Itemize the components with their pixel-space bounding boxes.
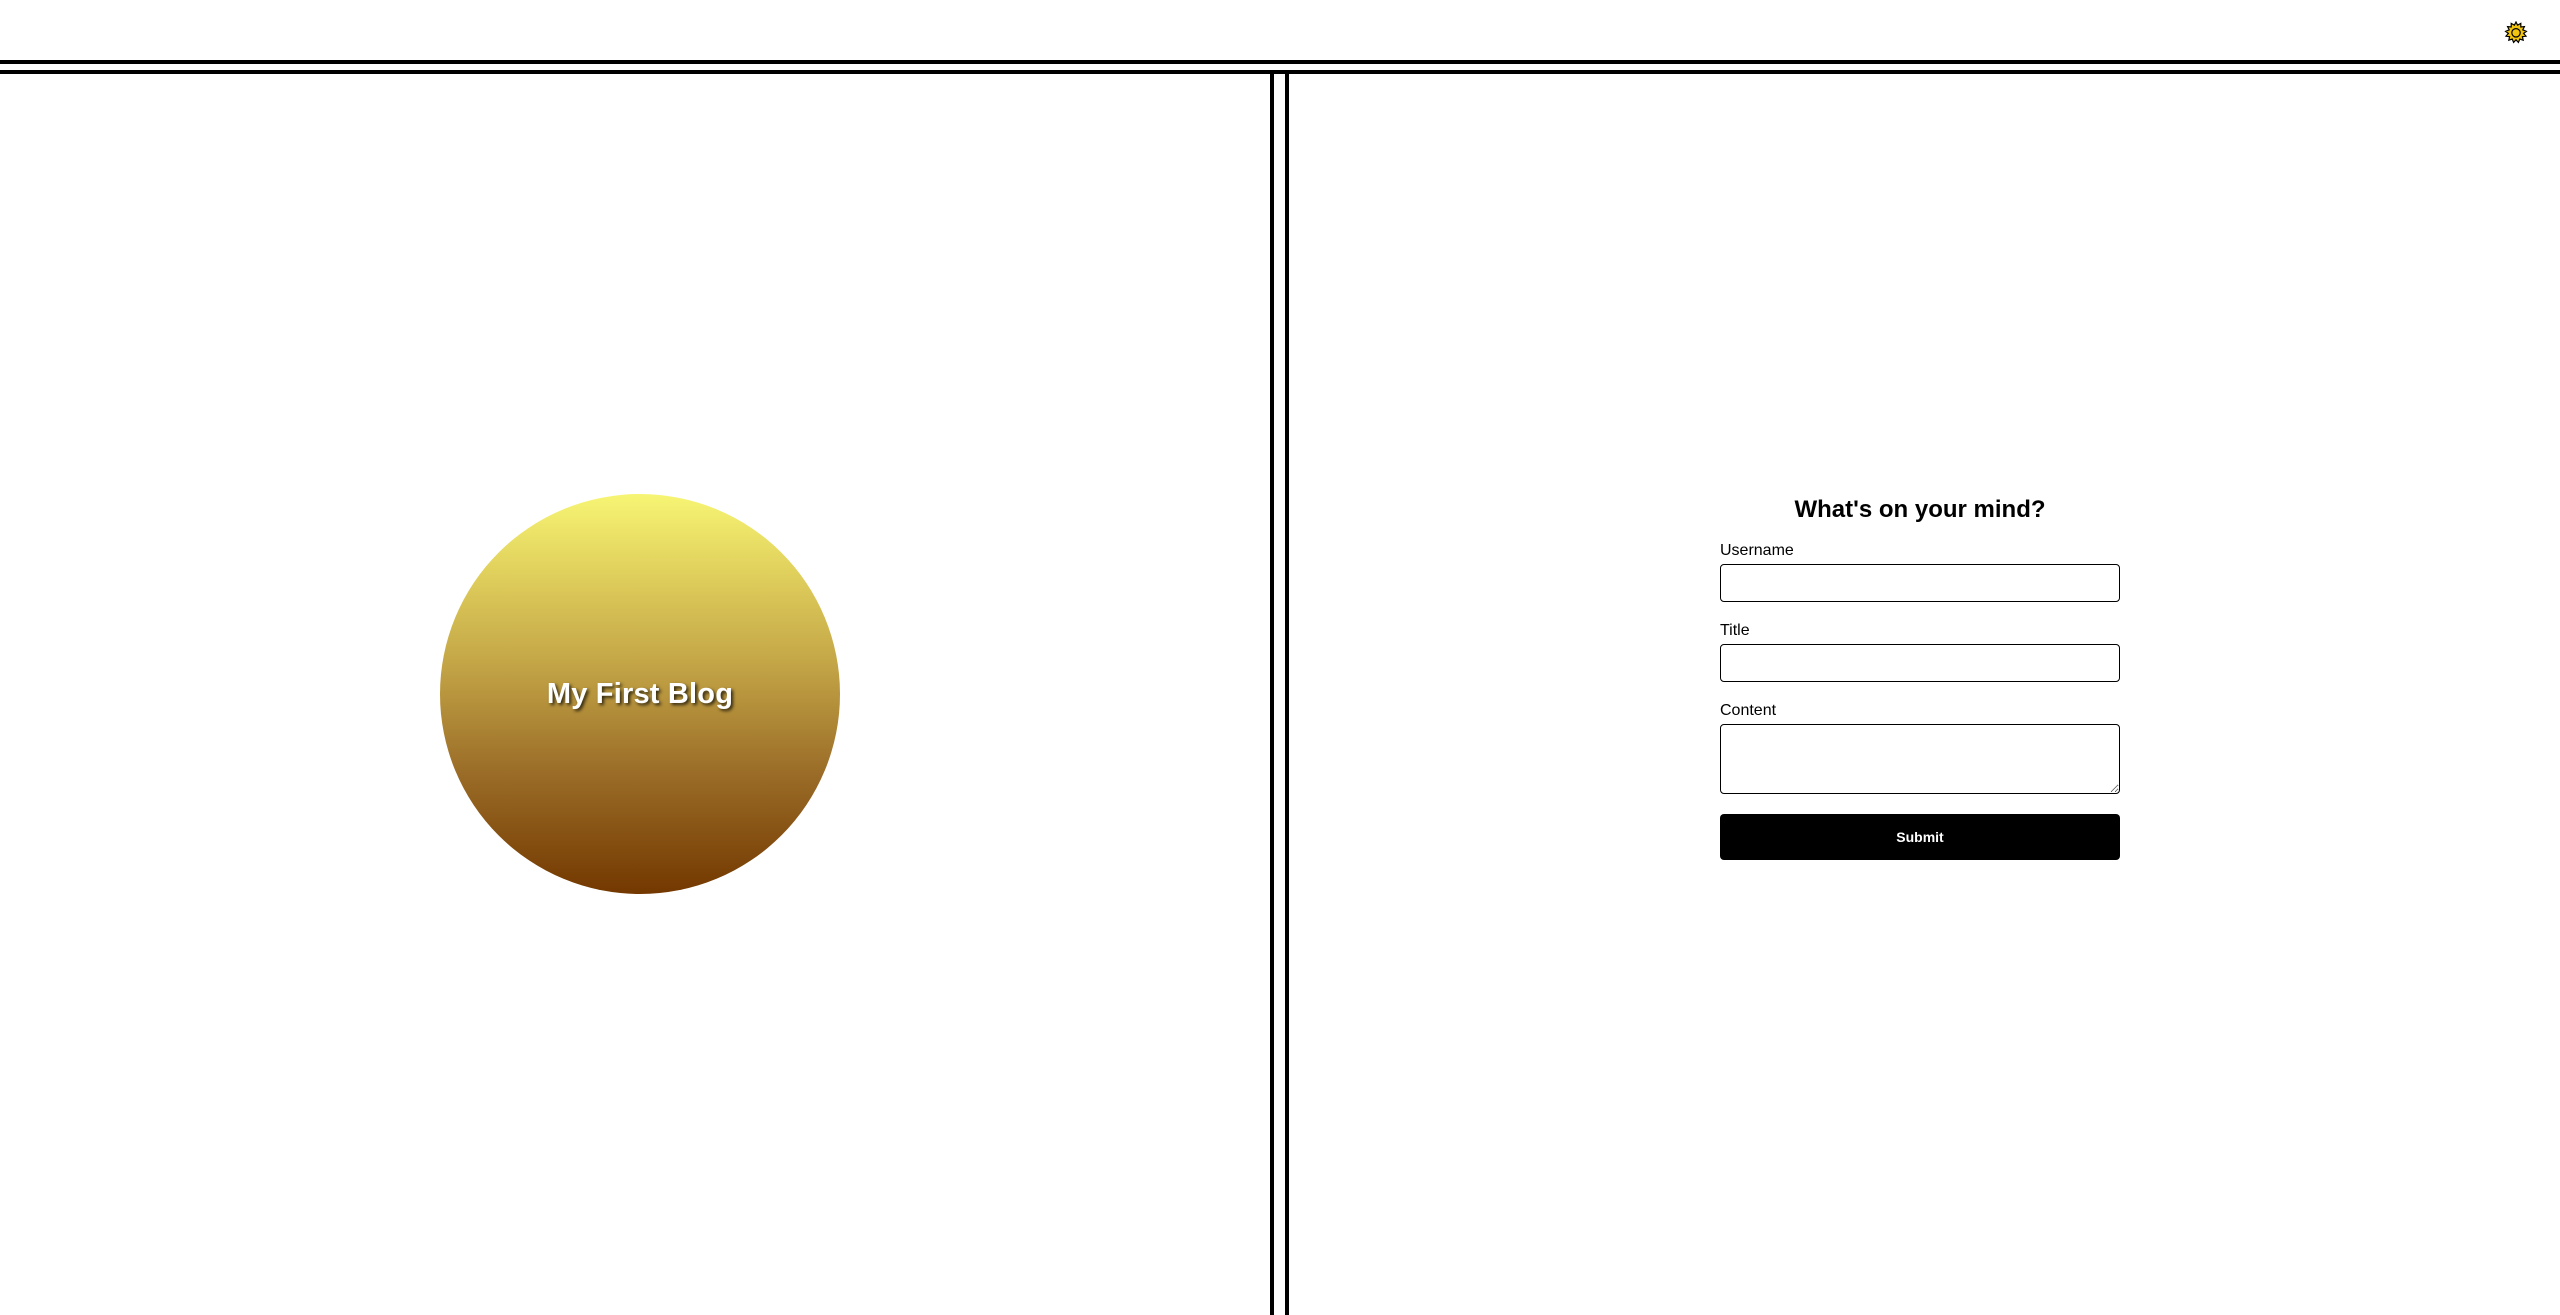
title-label: Title bbox=[1720, 622, 1750, 639]
title-input[interactable] bbox=[1720, 644, 2120, 682]
content-textarea[interactable] bbox=[1720, 724, 2120, 794]
header-divider-top bbox=[0, 60, 2560, 64]
sun-icon bbox=[2504, 20, 2528, 44]
blog-title: My First Blog bbox=[546, 677, 734, 710]
username-label: Username bbox=[1720, 542, 1794, 559]
panel-divider-right bbox=[1285, 72, 1289, 1315]
username-input[interactable] bbox=[1720, 564, 2120, 602]
theme-toggle-button[interactable] bbox=[2504, 20, 2528, 45]
form-heading: What's on your mind? bbox=[1794, 496, 2046, 523]
submit-button[interactable]: Submit bbox=[1720, 814, 2120, 860]
content-label: Content bbox=[1720, 702, 1777, 719]
hero-panel: My First Blog bbox=[0, 74, 1270, 1315]
page: My First Blog What's on your mind? Usern… bbox=[0, 0, 2560, 1315]
new-post-form: What's on your mind? Username Title Cont… bbox=[1720, 490, 2120, 860]
blog-title-circle: My First Blog bbox=[440, 494, 840, 894]
panel-divider-left bbox=[1270, 72, 1274, 1315]
top-bar bbox=[0, 0, 2560, 60]
